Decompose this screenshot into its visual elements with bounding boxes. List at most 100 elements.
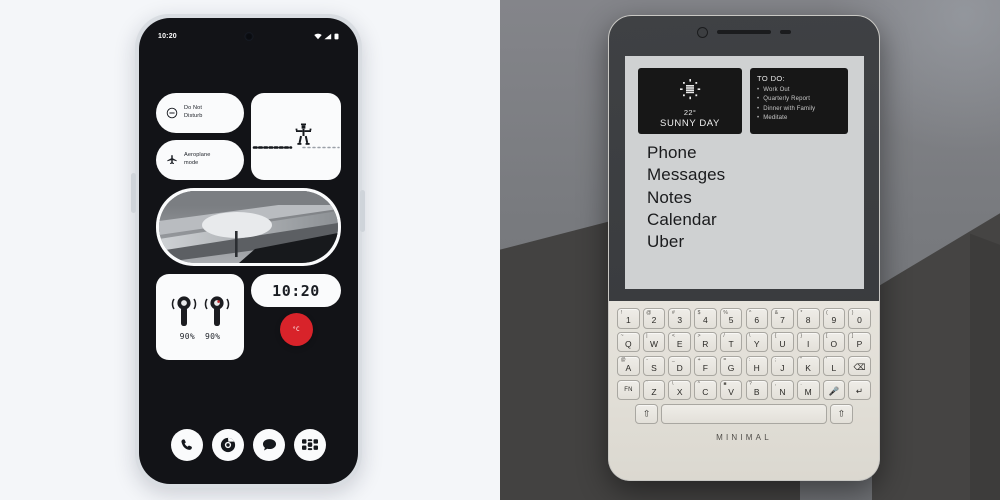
photo-widget[interactable] [156, 188, 341, 266]
steps-activity-widget[interactable] [251, 93, 341, 180]
left-panel: 10:20 Do Not Disturb Aeroplane mode 90% … [0, 0, 500, 500]
volume-button[interactable] [131, 173, 136, 213]
key-7[interactable]: & 7 [771, 308, 794, 329]
dock-chrome[interactable] [212, 429, 244, 461]
dnd-label-line1: Do Not [184, 105, 203, 112]
key-[interactable]: 🎤 [822, 379, 846, 401]
earbuds-battery-widget[interactable]: 90% 90% [156, 274, 244, 360]
key-g[interactable]: = G [719, 355, 743, 377]
right-phone-screen[interactable]: 22° SUNNY DAY TO DO: • Work Out • Quarte… [625, 56, 864, 289]
dock-phone[interactable] [171, 429, 203, 461]
key-label: J [780, 362, 785, 373]
key-5[interactable]: % 5 [719, 308, 743, 329]
dock-messages[interactable] [253, 429, 285, 461]
key-j[interactable]: ; J [771, 355, 794, 377]
physical-keyboard[interactable]: ! 1 @2 #3 $4% 5 ^ 6 & 7 * 8(9) 0 ~ Q | W < E > R / T \ Y{U} I[O] P… [608, 301, 880, 481]
key-w[interactable]: | W [642, 331, 666, 353]
key-v[interactable]: ■ V [719, 379, 743, 401]
device-brand-label: MINIMAL [716, 433, 772, 443]
quick-toggle-aeroplane-mode[interactable]: Aeroplane mode [156, 140, 244, 180]
key-label: 0 [857, 315, 863, 325]
key-c[interactable]: ^ C [694, 379, 717, 401]
key-x[interactable]: \ X [668, 379, 692, 401]
key-label: 5 [728, 315, 734, 325]
app-list-item-messages[interactable]: Messages [647, 164, 864, 186]
key-f[interactable]: + F [694, 355, 717, 377]
key-label: K [805, 362, 812, 373]
key-label: F [702, 362, 709, 373]
shift-right-key[interactable]: ⇧ [830, 403, 853, 425]
todo-item[interactable]: • Dinner with Family [757, 105, 841, 114]
key-h[interactable]: :H [745, 355, 769, 377]
left-phone-screen[interactable]: 10:20 Do Not Disturb Aeroplane mode 90% … [146, 25, 351, 477]
aeroplane-mode-icon [165, 154, 178, 167]
todo-item[interactable]: • Work Out [757, 86, 841, 95]
key-y[interactable]: \ Y [745, 331, 769, 353]
key-l[interactable]: ' L [822, 355, 846, 377]
key-k[interactable]: " K [796, 355, 820, 377]
key-s[interactable]: -S [642, 355, 666, 377]
key-fn[interactable]: FN [617, 379, 640, 401]
key-r[interactable]: > R [694, 331, 717, 353]
keyboard-row-1: ! 1 @2 #3 $4% 5 ^ 6 & 7 * 8(9) 0 [616, 308, 872, 329]
weather-widget[interactable]: 22° SUNNY DAY [638, 68, 742, 134]
key-label: ⌫ [853, 361, 866, 372]
key-u[interactable]: {U [771, 331, 794, 353]
aeroplane-mode-label: Aeroplane mode [184, 152, 210, 167]
key-label: G [727, 362, 735, 373]
todo-widget[interactable]: TO DO: • Work Out • Quarterly Report • D… [750, 68, 848, 134]
app-list-item-phone[interactable]: Phone [647, 142, 864, 164]
key-label: 1 [625, 315, 631, 325]
key-m[interactable]: .M [796, 379, 820, 401]
signal-icon [324, 33, 332, 39]
chat-bubble-icon [262, 439, 276, 451]
key-b[interactable]: ? B [745, 379, 769, 401]
key-a[interactable]: @ A [617, 355, 640, 377]
key-8[interactable]: * 8 [796, 308, 820, 329]
dnd-label-line2: Disturb [184, 113, 203, 119]
todo-item[interactable]: • Meditate [757, 114, 841, 123]
aero-label-line1: Aeroplane [184, 152, 211, 159]
key-[interactable]: ⌫ [848, 355, 871, 377]
key-1[interactable]: ! 1 [617, 308, 640, 329]
key-6[interactable]: ^ 6 [745, 308, 769, 329]
temperature-button[interactable]: °C [279, 313, 313, 346]
todo-title: TO DO: [757, 74, 786, 83]
app-list-item-uber[interactable]: Uber [647, 231, 864, 253]
key-z[interactable]: ` Z [642, 379, 666, 401]
key-9[interactable]: (9 [822, 308, 846, 329]
key-label: E [676, 338, 683, 349]
todo-item[interactable]: • Quarterly Report [757, 95, 841, 104]
key-d[interactable]: _ D [668, 355, 692, 377]
app-list-item-calendar[interactable]: Calendar [647, 209, 864, 231]
key-i[interactable]: } I [796, 331, 820, 353]
key-3[interactable]: #3 [668, 308, 692, 329]
key-label: M [804, 386, 812, 397]
key-label: 2 [651, 315, 657, 325]
key-label: L [831, 362, 837, 373]
key-label: V [728, 386, 735, 397]
space-key[interactable] [661, 403, 827, 425]
key-t[interactable]: / T [719, 331, 743, 353]
key-0[interactable]: ) 0 [848, 308, 871, 329]
key-label: 7 [780, 315, 785, 325]
key-p[interactable]: ] P [848, 331, 871, 353]
app-list-item-notes[interactable]: Notes [647, 187, 864, 209]
screenshot-stage: 10:20 Do Not Disturb Aeroplane mode 90% … [0, 0, 1000, 500]
key-2[interactable]: @2 [642, 308, 666, 329]
key-q[interactable]: ~ Q [617, 331, 640, 353]
key-4[interactable]: $4 [694, 308, 717, 329]
key-e[interactable]: < E [668, 331, 692, 353]
key-o[interactable]: [O [822, 331, 846, 353]
key-label: Q [625, 338, 632, 349]
key-label: U [779, 338, 786, 349]
key-[interactable]: ↵ [848, 379, 871, 401]
clock-widget[interactable]: 10:20 [251, 274, 341, 307]
widget-row-1: Do Not Disturb Aeroplane mode [156, 93, 341, 180]
shift-left-key[interactable]: ⇧ [635, 403, 658, 425]
quick-toggle-do-not-disturb[interactable]: Do Not Disturb [156, 93, 244, 133]
dock-app-drawer[interactable] [294, 429, 326, 461]
status-bar-clock: 10:20 [158, 32, 177, 40]
key-n[interactable]: ,N [771, 379, 794, 401]
power-button[interactable] [360, 190, 365, 232]
